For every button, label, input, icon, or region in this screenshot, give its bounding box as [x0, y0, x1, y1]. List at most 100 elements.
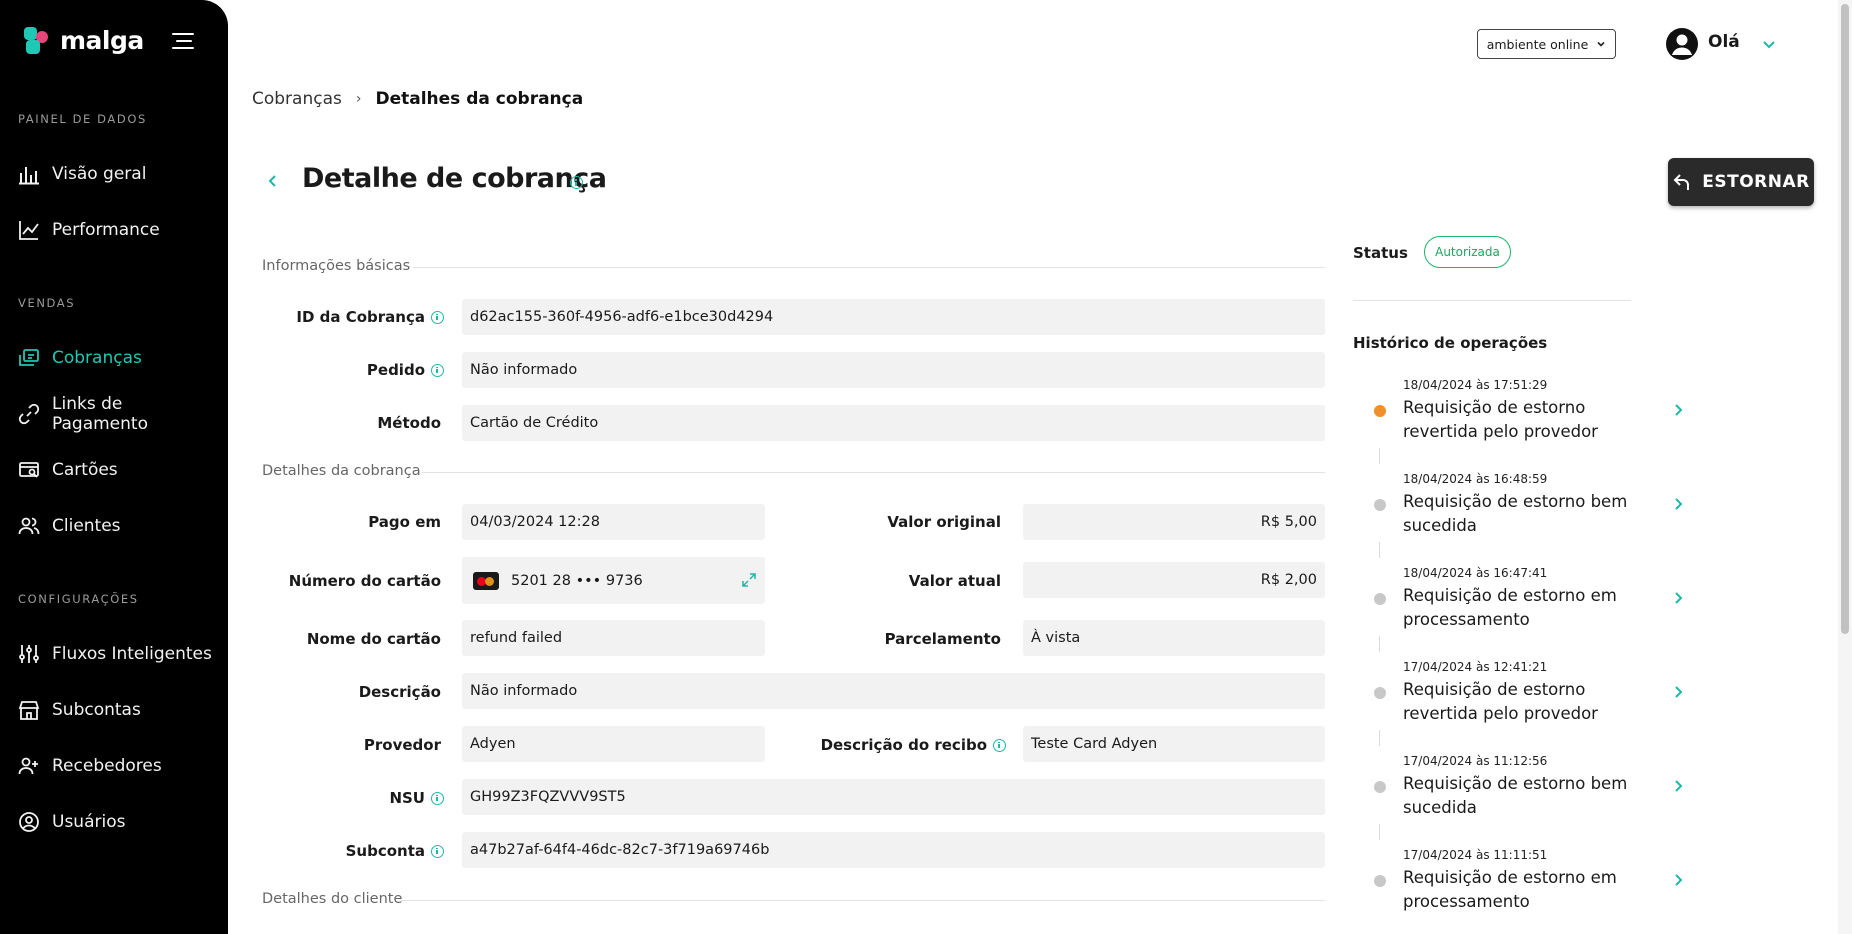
- user-add-icon: [18, 757, 38, 775]
- description-field: Não informado: [462, 673, 1325, 709]
- breadcrumb-separator-icon: ›: [355, 91, 362, 107]
- sidebar-item-cartoes[interactable]: Cartões: [18, 454, 218, 486]
- receipt-description-label: Descrição do recibo: [800, 735, 1006, 755]
- sidebar-item-subcontas[interactable]: Subcontas: [18, 694, 218, 726]
- undo-arrow-icon: [1673, 174, 1690, 190]
- order-info-icon[interactable]: [431, 363, 444, 377]
- card-number-field: 5201 28 ••• 9736: [462, 557, 765, 604]
- user-menu-chevron-icon[interactable]: [1759, 34, 1779, 54]
- sidebar-item-label: Cartões: [52, 460, 118, 480]
- sidebar-item-links[interactable]: Links de Pagamento: [18, 394, 218, 434]
- history-item[interactable]: 18/04/2024 às 16:48:59 Requisição de est…: [1374, 472, 1694, 542]
- paid-at-label: Pago em: [368, 513, 441, 531]
- charge-id-label-text: ID da Cobrança: [296, 308, 425, 326]
- back-arrow-icon[interactable]: [262, 170, 284, 192]
- charge-id-label: ID da Cobrança: [262, 307, 444, 327]
- history-text: Requisição de estorno revertida pelo pro…: [1403, 680, 1598, 723]
- sidebar-item-label: Performance: [52, 220, 160, 240]
- user-avatar-icon: [1672, 34, 1692, 55]
- panel-divider: [1353, 300, 1631, 301]
- page-scrollbar[interactable]: [1838, 0, 1852, 934]
- sidebar-section-settings: CONFIGURAÇÕES: [18, 592, 139, 606]
- timeline-connector: [1379, 448, 1380, 464]
- expand-icon[interactable]: [741, 572, 757, 588]
- sidebar-item-recebedores[interactable]: Recebedores: [18, 750, 218, 782]
- history-date: 17/04/2024 às 11:11:51: [1403, 848, 1548, 862]
- scrollbar-thumb[interactable]: [1841, 4, 1849, 634]
- nsu-field: GH99Z3FQZVVV9ST5: [462, 779, 1325, 815]
- sidebar-item-performance[interactable]: Performance: [18, 214, 218, 246]
- current-value-label: Valor atual: [908, 572, 1001, 590]
- description-label: Descrição: [358, 683, 441, 701]
- order-field: Não informado: [462, 352, 1325, 388]
- sidebar-item-clientes[interactable]: Clientes: [18, 510, 218, 542]
- sidebar-item-label: Usuários: [52, 812, 126, 832]
- sidebar-item-usuarios[interactable]: Usuários: [18, 806, 218, 838]
- receipt-description-label-text: Descrição do recibo: [820, 736, 987, 754]
- history-item[interactable]: 18/04/2024 às 16:47:41 Requisição de est…: [1374, 566, 1694, 636]
- menu-toggle-icon[interactable]: [172, 32, 194, 50]
- history-status-dot: [1374, 499, 1386, 511]
- history-title: Histórico de operações: [1353, 334, 1548, 352]
- sidebar-section-sales: VENDAS: [18, 296, 76, 310]
- breadcrumb-link-cobrancas[interactable]: Cobranças: [252, 89, 342, 109]
- user-greeting: Olá: [1708, 32, 1740, 52]
- nsu-info-icon[interactable]: [431, 791, 444, 805]
- chevron-down-icon: [1597, 41, 1605, 47]
- chevron-right-icon: [1675, 592, 1683, 604]
- history-item[interactable]: 17/04/2024 às 12:41:21 Requisição de est…: [1374, 660, 1694, 730]
- title-info-icon[interactable]: [570, 176, 583, 189]
- brand-name: malga: [60, 26, 144, 55]
- chevron-right-icon: [1675, 404, 1683, 416]
- chevron-right-icon: [1675, 498, 1683, 510]
- brand-logo[interactable]: malga: [24, 26, 144, 55]
- card-number-label: Número do cartão: [288, 572, 441, 590]
- refund-button[interactable]: ESTORNAR: [1668, 158, 1814, 206]
- sidebar-item-visao-geral[interactable]: Visão geral: [18, 158, 218, 190]
- refund-button-label: ESTORNAR: [1702, 172, 1810, 192]
- sidebar-item-cobrancas[interactable]: Cobranças: [18, 342, 218, 374]
- history-text: Requisição de estorno bem sucedida: [1403, 774, 1628, 817]
- breadcrumb-current: Detalhes da cobrança: [375, 89, 584, 109]
- history-item[interactable]: 17/04/2024 às 11:12:56 Requisição de est…: [1374, 754, 1694, 824]
- order-label: Pedido: [262, 360, 444, 380]
- sidebar-item-fluxos[interactable]: Fluxos Inteligentes: [18, 638, 218, 670]
- sidebar-item-label: Cobranças: [52, 348, 142, 368]
- link-icon: [18, 403, 40, 425]
- history-text: Requisição de estorno bem sucedida: [1403, 492, 1628, 535]
- section-charge-details: Detalhes da cobrança: [262, 463, 421, 479]
- nsu-label: NSU: [262, 788, 444, 808]
- line-chart-icon: [19, 221, 39, 240]
- breadcrumb: Cobranças › Detalhes da cobrança: [252, 89, 583, 109]
- malga-logo-icon: [24, 26, 52, 55]
- charges-icon: [19, 349, 39, 366]
- sidebar: malga PAINEL DE DADOS Visão geral Perfor…: [0, 0, 228, 934]
- subaccount-info-icon[interactable]: [431, 844, 444, 858]
- status-badge: Autorizada: [1424, 236, 1511, 268]
- timeline-connector: [1379, 824, 1380, 840]
- history-status-dot: [1374, 405, 1386, 417]
- mastercard-icon: [473, 571, 499, 590]
- status-label: Status: [1353, 244, 1408, 262]
- history-status-dot: [1374, 593, 1386, 605]
- card-name-field: refund failed: [462, 620, 765, 656]
- history-date: 18/04/2024 às 17:51:29: [1403, 378, 1548, 392]
- history-date: 18/04/2024 às 16:48:59: [1403, 472, 1548, 486]
- history-item[interactable]: 17/04/2024 às 11:11:51 Requisição de est…: [1374, 848, 1694, 918]
- charge-id-info-icon[interactable]: [431, 310, 444, 324]
- installments-field: À vista: [1023, 620, 1325, 656]
- subaccount-field: a47b27af-64f4-46dc-82c7-3f719a69746b: [462, 832, 1325, 868]
- section-customer-details: Detalhes do cliente: [262, 891, 403, 907]
- history-text: Requisição de estorno revertida pelo pro…: [1403, 398, 1598, 441]
- history-item[interactable]: 18/04/2024 às 17:51:29 Requisição de est…: [1374, 378, 1694, 448]
- users-icon: [18, 517, 40, 535]
- receipt-description-info-icon[interactable]: [993, 738, 1006, 752]
- avatar[interactable]: [1666, 28, 1698, 60]
- sidebar-item-label: Recebedores: [52, 756, 162, 776]
- history-status-dot: [1374, 687, 1386, 699]
- sidebar-item-label: Subcontas: [52, 700, 141, 720]
- chevron-right-icon: [1675, 780, 1683, 792]
- environment-select[interactable]: ambiente online: [1477, 29, 1616, 59]
- installments-label: Parcelamento: [884, 630, 1001, 648]
- app: malga PAINEL DE DADOS Visão geral Perfor…: [0, 0, 1852, 934]
